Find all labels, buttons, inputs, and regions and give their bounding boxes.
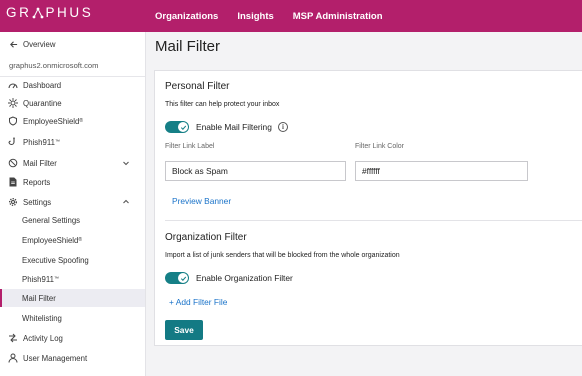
reports-icon bbox=[8, 177, 18, 187]
chevron-up-icon[interactable] bbox=[121, 197, 131, 207]
enable-mail-filtering-label: Enable Mail Filtering bbox=[196, 122, 272, 132]
top-bar: GR PHUS Organizations Insights MSP Admin… bbox=[0, 0, 582, 32]
filter-link-color-input[interactable]: #ffffff bbox=[355, 161, 528, 181]
registered-mark: ® bbox=[79, 118, 84, 124]
sidebar-item-user-management[interactable]: User Management bbox=[0, 349, 145, 367]
registered-mark: ® bbox=[78, 237, 83, 243]
top-nav: Organizations Insights MSP Administratio… bbox=[155, 0, 402, 32]
quarantine-icon bbox=[8, 98, 18, 108]
sidebar-item-reports[interactable]: Reports bbox=[0, 173, 145, 191]
sidebar-overview-label: Overview bbox=[23, 39, 56, 49]
logo-text-right: PHUS bbox=[45, 5, 94, 20]
sidebar-subitem-label: Mail Filter bbox=[22, 293, 56, 303]
personal-filter-description: This filter can help protect your inbox bbox=[165, 101, 280, 108]
organization-filter-title: Organization Filter bbox=[165, 232, 247, 243]
sidebar-item-label: Phish911 bbox=[23, 137, 55, 147]
sidebar-subitem-label: Phish911 bbox=[22, 274, 54, 284]
sidebar-subitem-label: Whitelisting bbox=[22, 313, 62, 323]
toggle-knob bbox=[178, 273, 188, 283]
nav-insights[interactable]: Insights bbox=[237, 11, 273, 22]
section-divider bbox=[165, 220, 582, 221]
trademark: ™ bbox=[53, 276, 59, 282]
user-icon bbox=[8, 353, 18, 363]
info-icon[interactable]: i bbox=[278, 122, 288, 132]
sidebar-subitem-general-settings[interactable]: General Settings bbox=[0, 211, 145, 229]
filter-link-label-caption: Filter Link Label bbox=[165, 143, 215, 150]
enable-organization-filter-toggle[interactable] bbox=[165, 272, 189, 284]
phish-icon bbox=[8, 137, 18, 147]
sidebar-subitem-label: General Settings bbox=[22, 215, 81, 225]
sidebar: Overview graphus2.onmicrosoft.com Dashbo… bbox=[0, 32, 146, 376]
organization-filter-description: Import a list of junk senders that will … bbox=[165, 252, 400, 259]
sidebar-subitem-phish911[interactable]: Phish911 ™ bbox=[0, 270, 145, 288]
sidebar-subitem-executive-spoofing[interactable]: Executive Spoofing bbox=[0, 251, 145, 269]
sidebar-overview-link[interactable]: Overview bbox=[0, 35, 145, 53]
org-domain: graphus2.onmicrosoft.com bbox=[9, 61, 99, 70]
sidebar-item-phish911[interactable]: Phish911 ™ bbox=[0, 133, 145, 151]
sidebar-item-settings[interactable]: Settings bbox=[0, 193, 145, 211]
gear-icon bbox=[8, 197, 18, 207]
nav-msp-administration[interactable]: MSP Administration bbox=[293, 11, 383, 22]
shield-icon bbox=[8, 116, 18, 126]
graphus-logo[interactable]: GR PHUS bbox=[6, 5, 93, 20]
arrow-left-icon bbox=[8, 39, 18, 49]
logo-text-left: GR bbox=[6, 5, 32, 20]
preview-banner-link[interactable]: Preview Banner bbox=[172, 196, 231, 206]
enable-mail-filtering-toggle[interactable] bbox=[165, 121, 189, 133]
chevron-down-icon[interactable] bbox=[121, 158, 131, 168]
mail-filter-icon bbox=[8, 158, 18, 168]
enable-organization-filter-label: Enable Organization Filter bbox=[196, 273, 293, 283]
dashboard-icon bbox=[8, 80, 18, 90]
add-filter-file-link[interactable]: + Add Filter File bbox=[169, 297, 227, 307]
mail-filter-card: Personal Filter This filter can help pro… bbox=[154, 70, 582, 346]
save-button[interactable]: Save bbox=[165, 320, 203, 340]
sidebar-item-label: Dashboard bbox=[23, 80, 62, 90]
sidebar-subitem-employeeshield[interactable]: EmployeeShield ® bbox=[0, 231, 145, 249]
sidebar-subitem-whitelisting[interactable]: Whitelisting bbox=[0, 309, 145, 327]
sidebar-item-quarantine[interactable]: Quarantine bbox=[0, 94, 145, 112]
sidebar-item-label: Reports bbox=[23, 177, 51, 187]
sidebar-item-activity-log[interactable]: Activity Log bbox=[0, 329, 145, 347]
sidebar-item-label: User Management bbox=[23, 353, 88, 363]
nav-organizations[interactable]: Organizations bbox=[155, 11, 218, 22]
activity-log-icon bbox=[8, 333, 18, 343]
logo-network-icon bbox=[33, 7, 44, 18]
personal-filter-title: Personal Filter bbox=[165, 81, 230, 92]
sidebar-subitem-label: EmployeeShield bbox=[22, 235, 79, 245]
sidebar-subitem-label: Executive Spoofing bbox=[22, 255, 89, 265]
sidebar-item-label: EmployeeShield bbox=[23, 116, 80, 126]
page-title: Mail Filter bbox=[155, 38, 221, 55]
sidebar-item-label: Settings bbox=[23, 197, 52, 207]
sidebar-item-label: Mail Filter bbox=[23, 158, 57, 168]
sidebar-subitem-mail-filter[interactable]: Mail Filter bbox=[0, 289, 145, 307]
filter-link-label-input[interactable]: Block as Spam bbox=[165, 161, 346, 181]
trademark: ™ bbox=[54, 139, 60, 145]
filter-link-color-caption: Filter Link Color bbox=[355, 143, 405, 150]
sidebar-item-mail-filter[interactable]: Mail Filter bbox=[0, 154, 145, 172]
sidebar-item-label: Activity Log bbox=[23, 333, 63, 343]
sidebar-item-employeeshield[interactable]: EmployeeShield ® bbox=[0, 112, 145, 130]
sidebar-item-label: Quarantine bbox=[23, 98, 62, 108]
toggle-knob bbox=[178, 122, 188, 132]
sidebar-item-dashboard[interactable]: Dashboard bbox=[0, 76, 145, 94]
